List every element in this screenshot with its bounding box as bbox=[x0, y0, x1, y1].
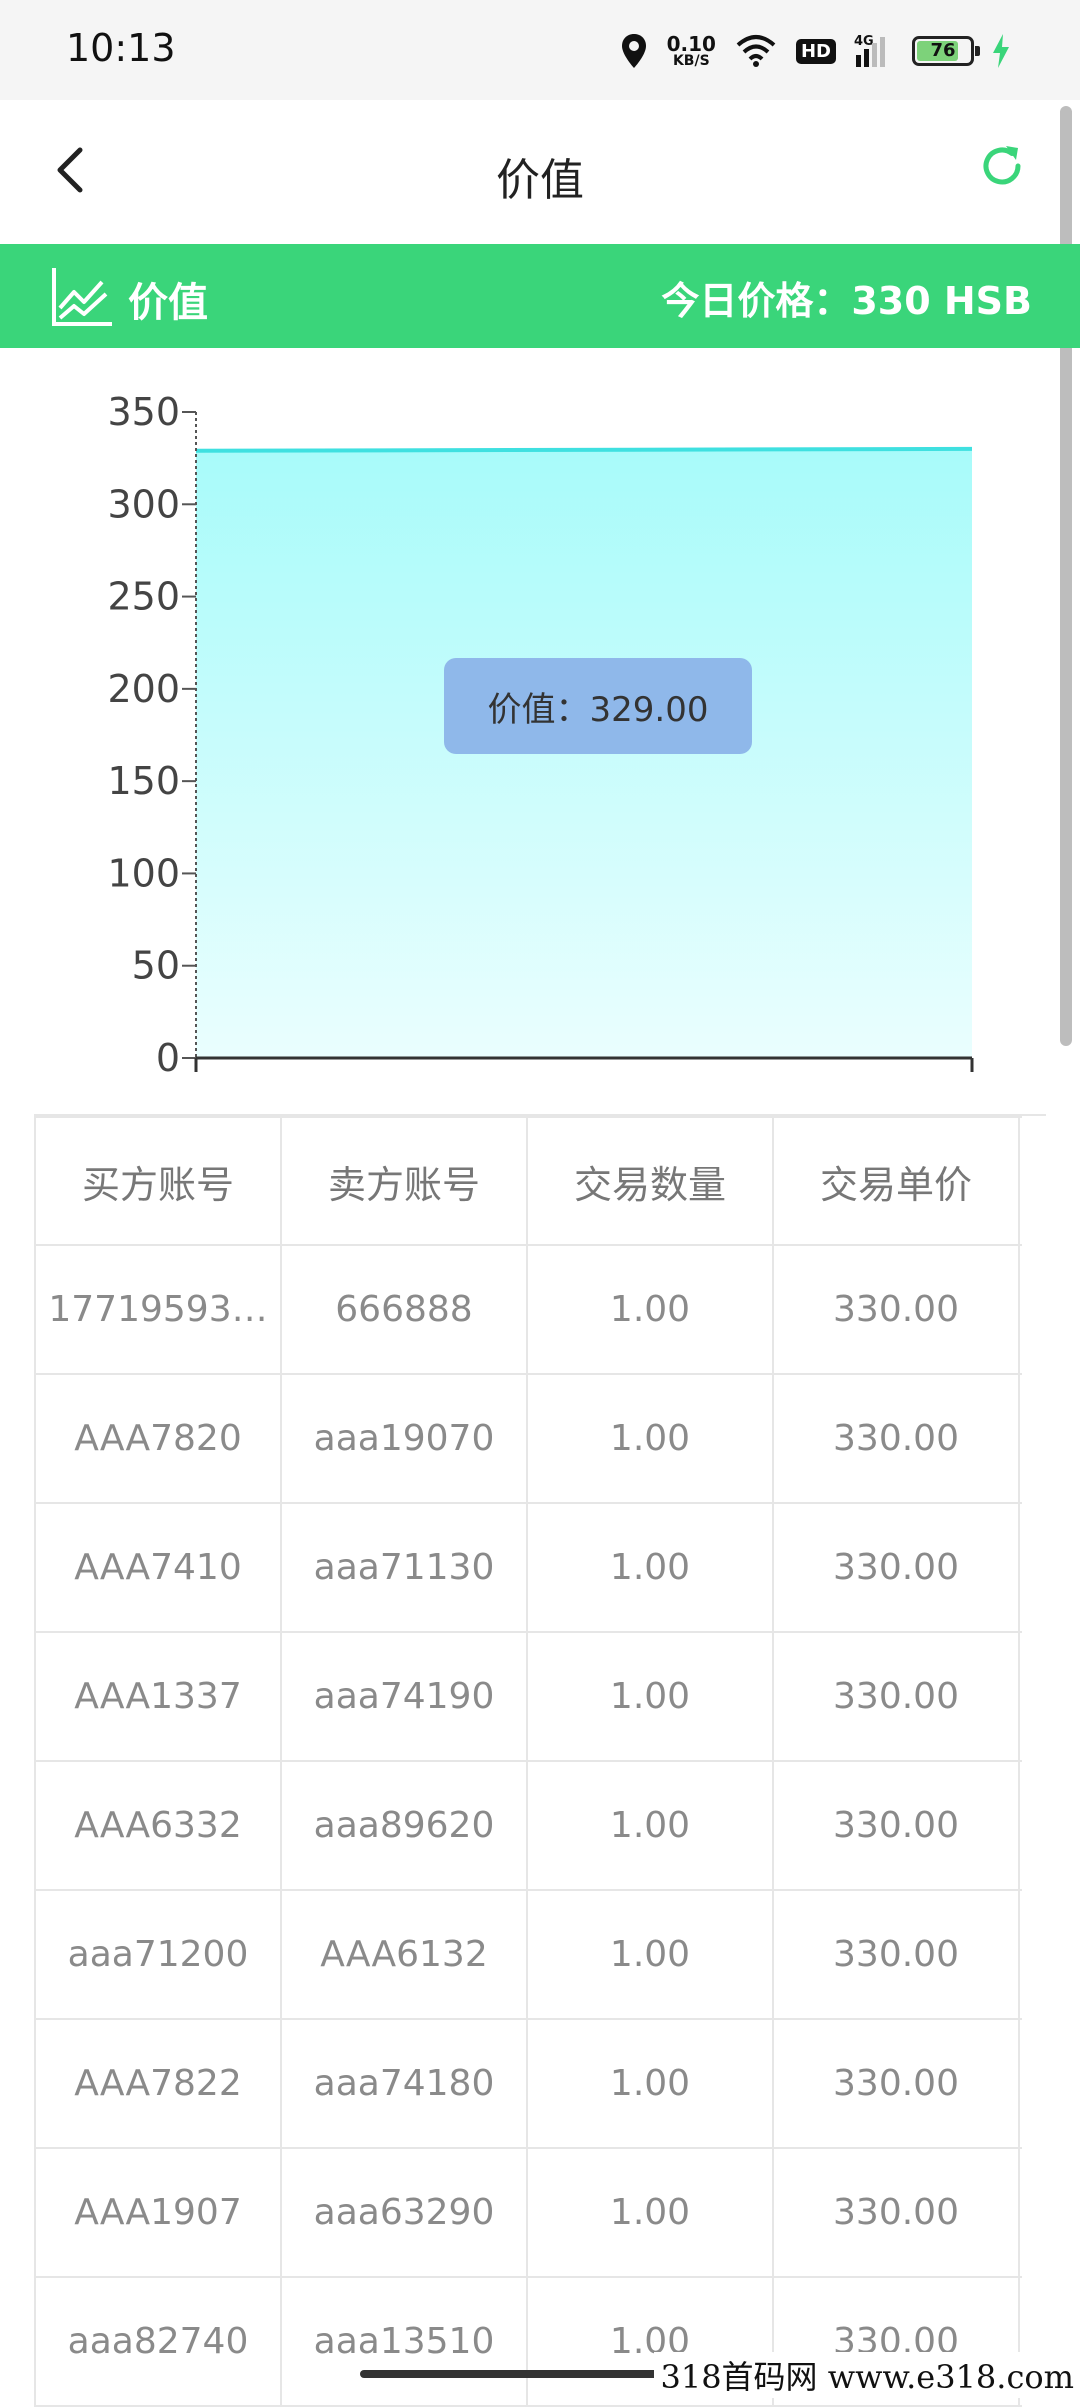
header-price: 交易单价 bbox=[774, 1118, 1020, 1244]
battery-icon: 76 bbox=[912, 36, 980, 66]
watermark-text: 318首码网 www.e318.com bbox=[654, 2352, 1080, 2398]
buyer-cell: AAA7820 bbox=[36, 1375, 282, 1502]
battery-level: 76 bbox=[930, 40, 956, 61]
hd-badge: HD bbox=[795, 38, 836, 64]
y-tick-label: 150 bbox=[107, 759, 180, 803]
price-cell: 330.00 bbox=[774, 1504, 1020, 1631]
seller-cell: 666888 bbox=[282, 1246, 528, 1373]
quantity-cell: 1.00 bbox=[528, 1375, 774, 1502]
price-cell: 330.00 bbox=[774, 1762, 1020, 1889]
wifi-icon bbox=[736, 35, 776, 67]
net-speed: 0.10 KB/S bbox=[666, 32, 716, 69]
buyer-cell: AAA1337 bbox=[36, 1633, 282, 1760]
page-title: 价值 bbox=[496, 155, 584, 206]
table-row[interactable]: 17719593… 666888 1.00 330.00 bbox=[36, 1246, 1022, 1375]
price-cell: 330.00 bbox=[774, 2149, 1020, 2276]
buyer-cell: AAA1907 bbox=[36, 2149, 282, 2276]
table-row[interactable]: AAA7822 aaa74180 1.00 330.00 bbox=[36, 2020, 1022, 2149]
x-ticks bbox=[194, 1058, 974, 1072]
value-banner: 价值 今日价格：330 HSB bbox=[0, 244, 1080, 348]
line-chart-icon bbox=[52, 268, 112, 326]
quantity-cell: 1.00 bbox=[528, 1633, 774, 1760]
price-cell: 330.00 bbox=[774, 2020, 1020, 2147]
seller-cell: AAA6132 bbox=[282, 1891, 528, 2018]
banner-label: 价值 bbox=[128, 280, 208, 326]
y-tick-label: 200 bbox=[107, 667, 180, 711]
y-tick-label: 50 bbox=[132, 944, 180, 988]
quantity-cell: 1.00 bbox=[528, 1891, 774, 2018]
charging-icon bbox=[993, 34, 1009, 68]
series-line bbox=[195, 446, 973, 453]
table-header: 买方账号 卖方账号 交易数量 交易单价 bbox=[36, 1116, 1022, 1246]
quantity-cell: 1.00 bbox=[528, 2020, 774, 2147]
y-tick-label: 250 bbox=[107, 575, 180, 619]
quantity-cell: 1.00 bbox=[528, 1504, 774, 1631]
header-buyer: 买方账号 bbox=[36, 1118, 282, 1244]
buyer-cell: AAA7410 bbox=[36, 1504, 282, 1631]
quantity-cell: 1.00 bbox=[528, 1762, 774, 1889]
buyer-cell: 17719593… bbox=[36, 1246, 282, 1373]
header-seller: 卖方账号 bbox=[282, 1118, 528, 1244]
nav-bar: 价值 bbox=[0, 100, 1080, 244]
y-tick-label: 350 bbox=[107, 390, 180, 434]
y-tick-label: 0 bbox=[156, 1036, 180, 1080]
table-row[interactable]: AAA1907 aaa63290 1.00 330.00 bbox=[36, 2149, 1022, 2278]
price-cell: 330.00 bbox=[774, 1375, 1020, 1502]
signal-icon: 4G bbox=[854, 34, 885, 67]
seller-cell: aaa74190 bbox=[282, 1633, 528, 1760]
buyer-cell: AAA6332 bbox=[36, 1762, 282, 1889]
seller-cell: aaa89620 bbox=[282, 1762, 528, 1889]
table-row[interactable]: AAA7410 aaa71130 1.00 330.00 bbox=[36, 1504, 1022, 1633]
chart-tooltip: 价值：329.00 bbox=[444, 658, 752, 754]
table-row[interactable]: AAA6332 aaa89620 1.00 330.00 bbox=[36, 1762, 1022, 1891]
seller-cell: aaa63290 bbox=[282, 2149, 528, 2276]
status-time: 10:13 bbox=[66, 26, 176, 70]
y-ticks: 350 300 250 200 150 100 50 0 bbox=[107, 390, 196, 1080]
quantity-cell: 1.00 bbox=[528, 1246, 774, 1373]
price-cell: 330.00 bbox=[774, 1246, 1020, 1373]
price-cell: 330.00 bbox=[774, 1891, 1020, 2018]
buyer-cell: AAA7822 bbox=[36, 2020, 282, 2147]
status-bar: 10:13 0.10 KB/S HD 4G 76 bbox=[0, 0, 1080, 100]
table-row[interactable]: AAA7820 aaa19070 1.00 330.00 bbox=[36, 1375, 1022, 1504]
trade-table: 买方账号 卖方账号 交易数量 交易单价 17719593… 666888 1.0… bbox=[34, 1116, 1022, 2407]
status-icons: 0.10 KB/S HD 4G 76 bbox=[619, 26, 1010, 76]
price-cell: 330.00 bbox=[774, 1633, 1020, 1760]
table-row[interactable]: aaa71200 AAA6132 1.00 330.00 bbox=[36, 1891, 1022, 2020]
today-price: 今日价格：330 HSB bbox=[661, 279, 1032, 323]
buyer-cell: aaa82740 bbox=[36, 2278, 282, 2405]
seller-cell: aaa74180 bbox=[282, 2020, 528, 2147]
header-quantity: 交易数量 bbox=[528, 1118, 774, 1244]
buyer-cell: aaa71200 bbox=[36, 1891, 282, 2018]
refresh-icon[interactable] bbox=[976, 140, 1028, 192]
y-tick-label: 300 bbox=[107, 482, 180, 526]
location-icon bbox=[621, 34, 646, 68]
quantity-cell: 1.00 bbox=[528, 2149, 774, 2276]
y-tick-label: 100 bbox=[107, 851, 180, 895]
network-type: 4G bbox=[854, 34, 874, 49]
table-row[interactable]: AAA1337 aaa74190 1.00 330.00 bbox=[36, 1633, 1022, 1762]
seller-cell: aaa19070 bbox=[282, 1375, 528, 1502]
seller-cell: aaa71130 bbox=[282, 1504, 528, 1631]
seller-cell: aaa13510 bbox=[282, 2278, 528, 2405]
